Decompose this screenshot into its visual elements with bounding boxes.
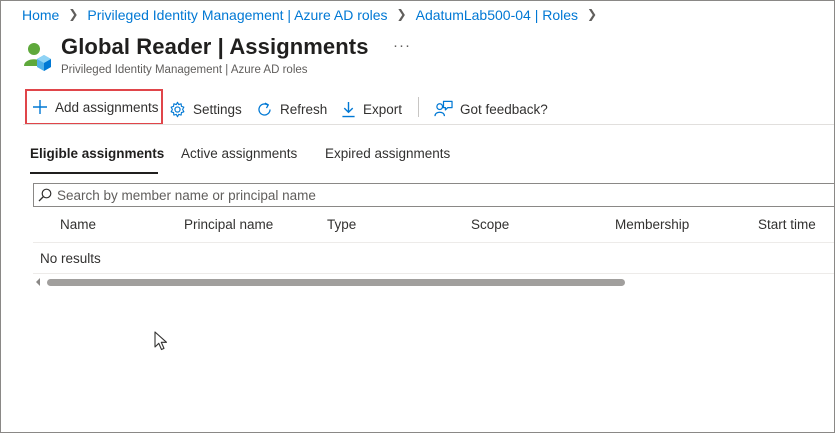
column-header-principal-name[interactable]: Principal name	[184, 217, 273, 232]
page-title: Global Reader | Assignments	[61, 34, 369, 59]
chevron-right-icon: ❯	[396, 7, 407, 21]
breadcrumb-roles[interactable]: AdatumLab500-04 | Roles	[416, 7, 578, 23]
no-results-text: No results	[40, 251, 101, 266]
tab-expired-assignments[interactable]: Expired assignments	[325, 146, 450, 161]
search-icon	[38, 188, 52, 202]
gear-icon	[170, 101, 185, 117]
refresh-button[interactable]: Refresh	[256, 93, 327, 125]
feedback-icon	[434, 100, 453, 117]
export-label: Export	[363, 101, 403, 117]
add-assignments-label: Add assignments	[55, 99, 159, 115]
refresh-label: Refresh	[280, 101, 328, 117]
chevron-right-icon: ❯	[587, 7, 598, 21]
column-header-start-time[interactable]: Start time	[758, 217, 816, 232]
got-feedback-button[interactable]: Got feedback?	[434, 93, 548, 125]
column-header-type[interactable]: Type	[327, 217, 356, 232]
breadcrumb-home[interactable]: Home	[22, 7, 59, 23]
add-assignments-button[interactable]: Add assignments	[25, 89, 163, 125]
got-feedback-label: Got feedback?	[460, 101, 548, 117]
download-icon	[342, 101, 355, 117]
table-row-divider	[33, 273, 834, 274]
scrollbar-thumb[interactable]	[47, 279, 625, 286]
app-window: Home ❯ Privileged Identity Management | …	[0, 0, 835, 433]
mouse-pointer-icon	[154, 331, 168, 356]
search-input[interactable]	[57, 187, 757, 203]
search-box[interactable]	[33, 183, 834, 207]
tab-eligible-assignments[interactable]: Eligible assignments	[30, 146, 164, 161]
page-subtitle: Privileged Identity Management | Azure A…	[61, 64, 308, 76]
breadcrumb: Home ❯ Privileged Identity Management | …	[22, 7, 606, 23]
column-header-scope[interactable]: Scope	[471, 217, 509, 232]
active-tab-indicator	[30, 172, 158, 174]
breadcrumb-pim-azure-ad-roles[interactable]: Privileged Identity Management | Azure A…	[87, 7, 387, 23]
column-header-membership[interactable]: Membership	[615, 217, 689, 232]
plus-icon	[33, 100, 47, 114]
more-options-button[interactable]: ···	[393, 37, 411, 54]
user-role-icon	[23, 41, 51, 71]
chevron-right-icon: ❯	[68, 7, 79, 21]
tab-active-assignments[interactable]: Active assignments	[181, 146, 297, 161]
refresh-icon	[258, 102, 271, 116]
toolbar-separator	[23, 124, 834, 125]
settings-label: Settings	[193, 101, 242, 117]
table-header-divider	[33, 242, 834, 243]
toolbar-divider	[418, 97, 419, 117]
settings-button[interactable]: Settings	[169, 93, 242, 125]
column-header-name[interactable]: Name	[60, 217, 96, 232]
export-button[interactable]: Export	[341, 93, 402, 125]
scroll-left-arrow-icon[interactable]	[36, 278, 40, 286]
